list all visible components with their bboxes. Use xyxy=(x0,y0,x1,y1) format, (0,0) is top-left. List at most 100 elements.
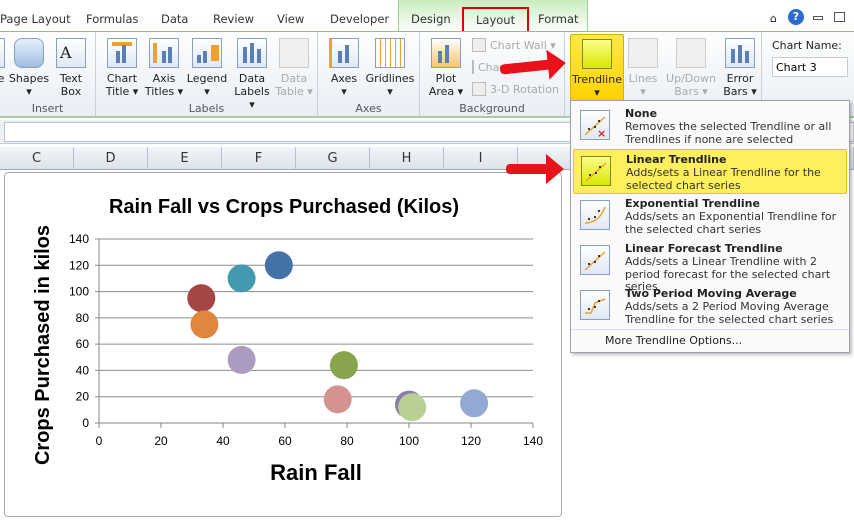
tab-formulas[interactable]: Formulas xyxy=(86,12,139,26)
group-label-axes: Axes xyxy=(355,102,382,115)
column-header-C[interactable]: C xyxy=(0,147,74,170)
chart-area[interactable]: Rain Fall vs Crops Purchased (Kilos) Rai… xyxy=(4,172,562,517)
data-labels-button[interactable]: Data Labels ▾ xyxy=(230,36,274,111)
menu-item-moving-average-trendline[interactable]: Two Period Moving Average Adds/sets a 2 … xyxy=(573,284,847,329)
data-table-icon xyxy=(279,38,309,68)
data-bubble xyxy=(187,284,216,313)
shapes-button[interactable]: Shapes ▾ xyxy=(8,36,50,98)
menu-item-title: Exponential Trendline xyxy=(625,197,760,210)
chart-wall-icon xyxy=(472,38,486,52)
data-bubble xyxy=(227,345,256,374)
shapes-icon xyxy=(14,38,44,68)
data-bubble xyxy=(398,393,427,422)
group-label-labels: Labels xyxy=(188,102,225,115)
y-tick-label: 80 xyxy=(76,311,90,325)
data-labels-icon xyxy=(237,38,267,68)
data-bubble xyxy=(460,389,489,418)
3d-rotation-button[interactable]: 3-D Rotation xyxy=(472,82,559,96)
data-bubble xyxy=(264,251,293,280)
data-table-button[interactable]: Data Table ▾ xyxy=(274,36,314,98)
axes-icon xyxy=(329,38,359,68)
error-bars-icon xyxy=(725,38,755,68)
linear-trendline-icon xyxy=(581,156,611,186)
group-labels: Chart Title ▾ Axis Titles ▾ Legend ▾ Data La… xyxy=(96,32,318,117)
tab-page-layout[interactable]: Page Layout xyxy=(0,12,71,26)
legend-icon xyxy=(192,38,222,68)
lines-button[interactable]: Lines ▾ xyxy=(625,36,661,98)
chart-wall-button[interactable]: Chart Wall ▾ xyxy=(472,38,556,52)
more-trendline-options[interactable]: More Trendline Options... xyxy=(605,334,742,347)
column-header-F[interactable]: F xyxy=(222,147,296,170)
menu-item-description: Removes the selected Trendline or all Tr… xyxy=(625,120,832,146)
window-minimize-icon[interactable] xyxy=(813,16,823,20)
menu-item-title: None xyxy=(625,107,658,120)
tab-layout[interactable]: Layout xyxy=(462,7,530,33)
y-axis-title: Crops Purchased in kilos xyxy=(32,225,54,465)
y-tick-label: 120 xyxy=(69,258,89,272)
group-label-insert: Insert xyxy=(31,102,64,115)
data-bubble xyxy=(323,385,352,414)
group-background: PlotArea ▾ Chart Wall ▾ Chart Floor ▾ 3-… xyxy=(420,32,565,117)
menu-item-title: Two Period Moving Average xyxy=(625,287,797,300)
data-bubble xyxy=(190,310,219,339)
3d-rotation-icon xyxy=(472,82,486,96)
column-header-D[interactable]: D xyxy=(74,147,148,170)
lines-icon xyxy=(628,38,658,68)
picture-button-cut[interactable]: e xyxy=(0,36,6,85)
axes-button[interactable]: Axes ▾ xyxy=(324,36,364,98)
menu-item-none-trendline[interactable]: × None Removes the selected Trendline or… xyxy=(573,104,847,149)
chart-title-icon xyxy=(107,38,137,68)
menu-item-exponential-trendline[interactable]: Exponential Trendline Adds/sets an Expon… xyxy=(573,194,847,239)
column-header-E[interactable]: E xyxy=(148,147,222,170)
y-tick-label: 0 xyxy=(82,416,89,430)
tab-data[interactable]: Data xyxy=(161,12,188,26)
trendline-button[interactable]: Trendline ▾ xyxy=(570,34,624,101)
scatter-chart: Rain Fall vs Crops Purchased (Kilos) Rai… xyxy=(32,196,543,485)
x-tick-label: 40 xyxy=(216,434,230,448)
tab-view[interactable]: View xyxy=(277,12,304,26)
text-box-icon: A xyxy=(56,38,86,68)
x-tick-label: 80 xyxy=(340,434,354,448)
chart-name-input[interactable] xyxy=(772,57,848,77)
minimize-ribbon-icon[interactable]: ⌂ xyxy=(770,12,777,25)
error-bars-button[interactable]: Error Bars ▾ xyxy=(721,36,759,98)
x-tick-label: 120 xyxy=(461,434,481,448)
window-restore-icon[interactable] xyxy=(834,12,845,22)
chart-title: Rain Fall vs Crops Purchased (Kilos) xyxy=(109,196,459,218)
data-bubble xyxy=(329,351,358,380)
plot-area-button[interactable]: Plot Area ▾ xyxy=(426,36,466,98)
tab-review[interactable]: Review xyxy=(213,12,254,26)
moving-average-trendline-icon xyxy=(580,290,610,320)
menu-item-description: Adds/sets a Linear Trendline for the sel… xyxy=(626,166,821,192)
column-header-G[interactable]: G xyxy=(296,147,370,170)
svg-text:×: × xyxy=(597,127,606,139)
text-box-button[interactable]: A Text Box xyxy=(54,36,88,98)
group-label-background: Background xyxy=(459,102,525,115)
chart-title-button[interactable]: Chart Title ▾ xyxy=(102,36,142,98)
menu-separator xyxy=(571,329,849,330)
chart-floor-icon xyxy=(472,60,474,74)
annotation-arrow-linear xyxy=(506,154,564,184)
y-tick-label: 100 xyxy=(69,285,89,299)
column-header-H[interactable]: H xyxy=(370,147,444,170)
data-bubble xyxy=(227,264,256,293)
exponential-trendline-icon xyxy=(580,200,610,230)
menu-item-title: Linear Forecast Trendline xyxy=(625,242,783,255)
tab-developer[interactable]: Developer xyxy=(330,12,389,26)
legend-button[interactable]: Legend ▾ xyxy=(184,36,230,98)
help-icon[interactable]: ? xyxy=(788,9,804,25)
axis-titles-icon xyxy=(149,38,179,68)
menu-item-description: Adds/sets a 2 Period Moving Average Tren… xyxy=(625,300,834,326)
menu-item-linear-trendline[interactable]: Linear Trendline Adds/sets a Linear Tren… xyxy=(573,149,847,194)
x-axis-title: Rain Fall xyxy=(270,460,362,485)
up-down-bars-button[interactable]: Up/Down Bars ▾ xyxy=(663,36,719,98)
tab-format[interactable]: Format xyxy=(538,12,579,26)
trendline-dropdown: × None Removes the selected Trendline or… xyxy=(570,100,850,353)
axis-titles-button[interactable]: Axis Titles ▾ xyxy=(144,36,184,98)
tab-design[interactable]: Design xyxy=(411,12,451,26)
linear-forecast-trendline-icon xyxy=(580,245,610,275)
menu-item-linear-forecast-trendline[interactable]: Linear Forecast Trendline Adds/sets a Li… xyxy=(573,239,847,293)
y-tick-label: 20 xyxy=(76,390,90,404)
gridlines-button[interactable]: Gridlines ▾ xyxy=(364,36,416,98)
chart-name-label: Chart Name: xyxy=(772,39,842,52)
